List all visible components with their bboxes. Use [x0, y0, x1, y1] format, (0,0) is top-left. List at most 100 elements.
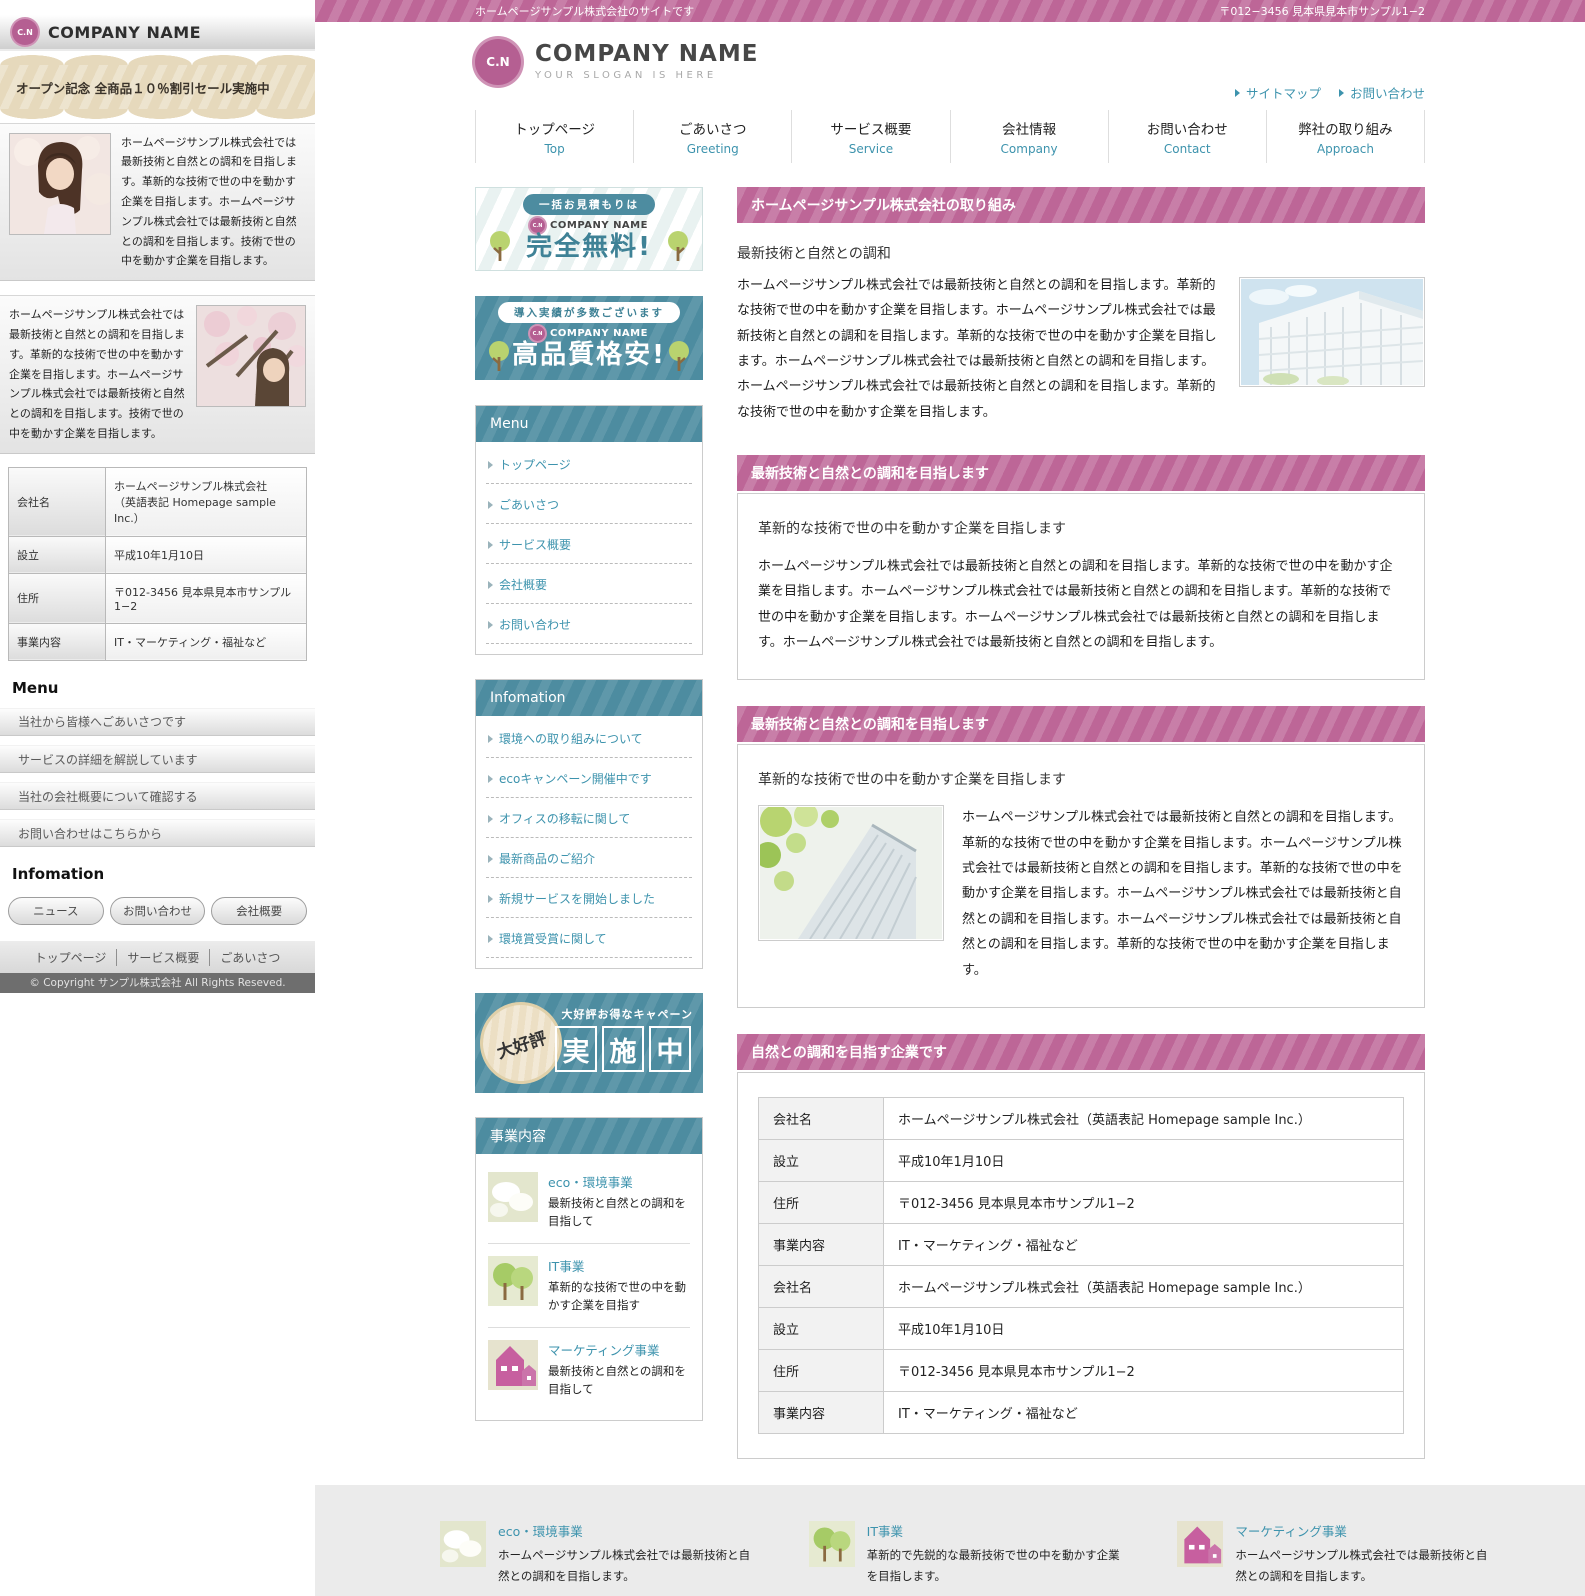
- info-item-new-service[interactable]: 新規サービスを開始しました: [486, 878, 692, 918]
- triangle-right-icon: [488, 855, 493, 863]
- company-badge-icon: C.N: [530, 326, 545, 341]
- quality-banner[interactable]: 導入実績が多数ございます C.N COMPANY NAME 高品質格安!: [475, 296, 703, 380]
- tree-icon: [487, 340, 511, 372]
- mobile-menu-item-contact[interactable]: お問い合わせはこちらから: [0, 819, 315, 847]
- section-body: ホームページサンプル株式会社では最新技術と自然との調和を目指します。革新的な技術…: [962, 805, 1404, 982]
- business-link-eco[interactable]: eco・環境事業: [548, 1172, 690, 1191]
- company-badge-icon: C.N: [12, 19, 38, 45]
- tree-icon: [666, 230, 690, 262]
- mobile-sale-banner: オープン記念 全商品１０％割引セール実施中: [0, 65, 315, 108]
- triangle-right-icon: [488, 815, 493, 823]
- woman-portrait-image: [10, 134, 110, 234]
- news-button[interactable]: ニュース: [8, 897, 104, 925]
- mobile-intro-text-1: ホームページサンプル株式会社では最新技術と自然との調和を目指します。革新的な技術…: [121, 133, 306, 272]
- banner-logo: C.N COMPANY NAME: [530, 218, 648, 233]
- sidebar-menu-item-greeting[interactable]: ごあいさつ: [486, 484, 692, 524]
- campaign-boxed-text: 実 施 中: [555, 1026, 691, 1072]
- mobile-footer-link-greeting[interactable]: ごあいさつ: [209, 949, 290, 966]
- table-row: 事業内容IT・マーケティング・福祉など: [9, 623, 307, 660]
- free-estimate-banner[interactable]: 一括お見積もりは C.N COMPANY NAME 完全無料!: [475, 187, 703, 271]
- mobile-intro-text-2: ホームページサンプル株式会社では最新技術と自然との調和を目指します。革新的な技術…: [9, 305, 186, 444]
- nav-item-greeting[interactable]: ごあいさつGreeting: [633, 110, 791, 163]
- section-header: ホームページサンプル株式会社の取り組み: [737, 187, 1425, 223]
- table-row: 設立平成10年1月10日: [9, 536, 307, 573]
- contact-link[interactable]: お問い合わせ: [1339, 83, 1425, 102]
- mobile-company-table-wrap: 会社名ホームページサンプル株式会社 （英語表記 Homepage sample …: [8, 467, 307, 661]
- table-value: ホームページサンプル株式会社 （英語表記 Homepage sample Inc…: [106, 467, 307, 536]
- section-body: ホームページサンプル株式会社では最新技術と自然との調和を目指します。革新的な技術…: [758, 554, 1404, 655]
- info-item-new-products[interactable]: 最新商品のご紹介: [486, 838, 692, 878]
- banner-pill-label: 一括お見積もりは: [523, 194, 655, 215]
- tree-icon: [488, 230, 512, 262]
- table-row: 会社名ホームページサンプル株式会社（英語表記 Homepage sample I…: [759, 1265, 1404, 1307]
- global-navigation: トップページTop ごあいさつGreeting サービス概要Service 会社…: [315, 110, 1585, 163]
- site-footer: eco・環境事業 ホームページサンプル株式会社では最新技術と自然との調和を目指し…: [315, 1485, 1585, 1596]
- info-item-environment[interactable]: 環境への取り組みについて: [486, 718, 692, 758]
- triangle-right-icon: [488, 501, 493, 509]
- sidebar-menu-item-top[interactable]: トップページ: [486, 444, 692, 484]
- table-row: 設立平成10年1月10日: [759, 1307, 1404, 1349]
- sidebar-information-box: Infomation 環境への取り組みについて ecoキャンペーン開催中です オ…: [475, 679, 703, 969]
- table-row: 住所〒012-3456 見本県見本市サンプル1−2: [759, 1349, 1404, 1391]
- mobile-menu-item-service[interactable]: サービスの詳細を解説しています: [0, 745, 315, 773]
- contact-button[interactable]: お問い合わせ: [110, 897, 206, 925]
- triangle-right-icon: [488, 935, 493, 943]
- mobile-sale-banner-text: オープン記念 全商品１０％割引セール実施中: [16, 78, 270, 97]
- table-value: 平成10年1月10日: [106, 536, 307, 573]
- mobile-menu-item-greeting[interactable]: 当社から皆様へごあいさつです: [0, 708, 315, 736]
- table-label: 会社名: [9, 467, 106, 536]
- section-harmony-1: 最新技術と自然との調和を目指します 革新的な技術で世の中を動かす企業を目指します…: [737, 455, 1425, 680]
- mobile-footer-link-service[interactable]: サービス概要: [116, 949, 209, 966]
- footer-link-marketing[interactable]: マーケティング事業: [1235, 1521, 1490, 1540]
- business-item-eco: eco・環境事業 最新技術と自然との調和を目指して: [488, 1160, 690, 1244]
- cloud-icon: [488, 1172, 538, 1222]
- info-item-office-move[interactable]: オフィスの移転に関して: [486, 798, 692, 838]
- sidebar-menu-item-company[interactable]: 会社概要: [486, 564, 692, 604]
- triangle-right-icon: [488, 621, 493, 629]
- sidebar-menu-title: Menu: [476, 406, 702, 442]
- tree-icon: [809, 1521, 855, 1567]
- portrait-photo: [9, 133, 111, 235]
- nav-item-top[interactable]: トップページTop: [475, 110, 633, 163]
- mobile-menu-item-company[interactable]: 当社の会社概要について確認する: [0, 782, 315, 810]
- nav-item-company[interactable]: 会社情報Company: [950, 110, 1108, 163]
- banner-main-text: 高品質格安!: [512, 341, 666, 370]
- section-header: 最新技術と自然との調和を目指します: [737, 706, 1425, 742]
- sidebar-menu-item-contact[interactable]: お問い合わせ: [486, 604, 692, 644]
- mobile-intro-block-2: ホームページサンプル株式会社では最新技術と自然との調和を目指します。革新的な技術…: [0, 295, 315, 454]
- blossom-photo: [196, 305, 306, 407]
- table-value: 〒012-3456 見本県見本市サンプル1−2: [106, 573, 307, 623]
- section-body: ホームページサンプル株式会社では最新技術と自然との調和を目指します。革新的な技術…: [737, 273, 1425, 425]
- tree-icon: [488, 1256, 538, 1306]
- nav-item-approach[interactable]: 弊社の取り組みApproach: [1266, 110, 1425, 163]
- company-info-table: 会社名ホームページサンプル株式会社（英語表記 Homepage sample I…: [758, 1097, 1404, 1434]
- campaign-banner[interactable]: 大好評 大好評お得なキャペーン 実 施 中: [475, 993, 703, 1093]
- section-subtitle: 革新的な技術で世の中を動かす企業を目指します: [758, 518, 1404, 538]
- triangle-right-icon: [488, 735, 493, 743]
- campaign-caption: 大好評お得なキャペーン: [562, 1006, 693, 1022]
- info-item-award[interactable]: 環境賞受賞に関して: [486, 918, 692, 958]
- business-link-it[interactable]: IT事業: [548, 1256, 690, 1275]
- section-harmony-2: 最新技術と自然との調和を目指します 革新的な技術で世の中を動かす企業を目指します: [737, 706, 1425, 1007]
- sidebar-menu-item-service[interactable]: サービス概要: [486, 524, 692, 564]
- footer-link-it[interactable]: IT事業: [867, 1521, 1122, 1540]
- business-link-marketing[interactable]: マーケティング事業: [548, 1340, 690, 1359]
- section-subtitle: 最新技術と自然との調和: [737, 243, 1425, 263]
- office-building-photo: [1239, 277, 1425, 387]
- site-logo-name: COMPANY NAME: [535, 43, 758, 66]
- site-logo[interactable]: C.N COMPANY NAME YOUR SLOGAN IS HERE: [475, 39, 758, 85]
- section-header: 自然との調和を目指す企業です: [737, 1034, 1425, 1070]
- info-item-eco-campaign[interactable]: ecoキャンペーン開催中です: [486, 758, 692, 798]
- mobile-logo-text: COMPANY NAME: [48, 23, 201, 42]
- company-button[interactable]: 会社概要: [211, 897, 307, 925]
- nav-item-service[interactable]: サービス概要Service: [791, 110, 949, 163]
- triangle-right-icon: [1339, 89, 1344, 97]
- mobile-footer-link-top[interactable]: トップページ: [25, 949, 117, 966]
- footer-link-eco[interactable]: eco・環境事業: [498, 1521, 753, 1540]
- table-label: 設立: [9, 536, 106, 573]
- topbar-site-description: ホームページサンプル株式会社のサイトです: [475, 3, 694, 19]
- nav-item-contact[interactable]: お問い合わせContact: [1108, 110, 1266, 163]
- cloud-icon: [440, 1521, 486, 1567]
- triangle-right-icon: [1235, 89, 1240, 97]
- sitemap-link[interactable]: サイトマップ: [1235, 83, 1321, 102]
